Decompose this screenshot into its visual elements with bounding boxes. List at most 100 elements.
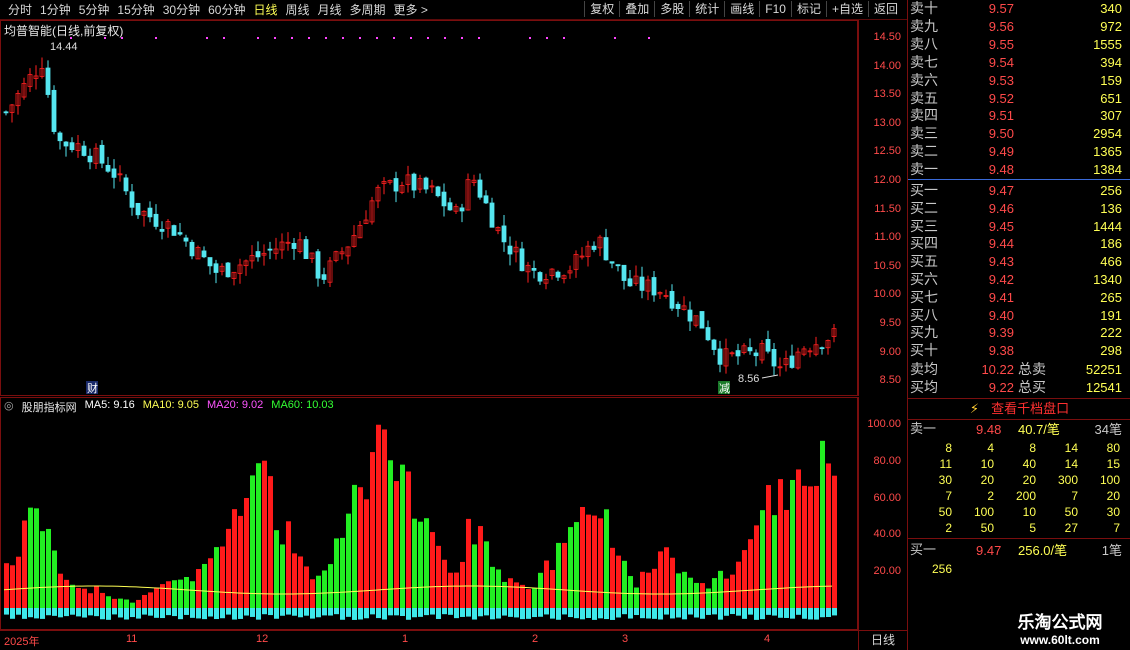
indicator-base-bar bbox=[184, 608, 189, 615]
bid-row-3[interactable]: 买三 9.45 1444 bbox=[908, 218, 1126, 236]
bid-row-4[interactable]: 买四 9.44 186 bbox=[908, 235, 1126, 253]
ma60-value: MA60: 10.03 bbox=[271, 399, 334, 411]
view-depth-button[interactable]: ⚡ 查看千档盘口 bbox=[908, 399, 1130, 419]
candle bbox=[627, 278, 633, 287]
indicator-base-bar bbox=[442, 608, 447, 615]
indicator-base-bar bbox=[418, 608, 423, 617]
indicator-bar bbox=[526, 589, 531, 610]
queue-cell: 256 bbox=[931, 562, 952, 576]
bid-row-2[interactable]: 买二 9.46 136 bbox=[908, 200, 1126, 218]
bid-row-5[interactable]: 买五 9.43 466 bbox=[908, 253, 1126, 271]
indicator-base-bar bbox=[490, 608, 495, 620]
bid-row-6[interactable]: 买六 9.42 1340 bbox=[908, 271, 1126, 289]
total-buy-value: 12541 bbox=[1085, 380, 1122, 395]
signal-dot bbox=[546, 37, 548, 39]
indicator-bar bbox=[370, 452, 375, 610]
bid-row-1[interactable]: 买一 9.47 256 bbox=[908, 182, 1126, 200]
indicator-base-bar bbox=[568, 608, 573, 618]
indicator-bar bbox=[724, 578, 729, 610]
level-volume: 1444 bbox=[1093, 218, 1122, 234]
indicator-base-bar bbox=[364, 608, 369, 619]
indicator-base-bar bbox=[682, 608, 687, 620]
candle bbox=[267, 248, 273, 251]
price-tick: 13.50 bbox=[873, 88, 901, 101]
level-volume: 186 bbox=[1100, 236, 1122, 252]
indicator-base-bar bbox=[202, 608, 207, 620]
bid-row-7[interactable]: 买七 9.41 265 bbox=[908, 289, 1126, 307]
candle bbox=[537, 272, 543, 282]
ask-row-1[interactable]: 卖十 9.57 340 bbox=[908, 0, 1126, 18]
indicator-name[interactable]: 股朋指标网 bbox=[22, 399, 77, 415]
ask-row-9[interactable]: 卖二 9.49 1365 bbox=[908, 143, 1126, 161]
indicator-settings-icon[interactable]: ◎ bbox=[4, 399, 14, 415]
stock-title[interactable]: 均普智能(日线,前复权) bbox=[4, 22, 123, 39]
candle bbox=[63, 141, 69, 147]
indicator-bar bbox=[256, 463, 261, 610]
ma20-value: MA20: 9.02 bbox=[207, 399, 264, 411]
indicator-base-bar bbox=[730, 608, 735, 615]
buy-queue-avg: 256.0/笔 bbox=[1018, 543, 1068, 558]
level-label: 买五 bbox=[910, 254, 938, 271]
ask-row-6[interactable]: 卖五 9.52 651 bbox=[908, 90, 1126, 108]
ask-row-4[interactable]: 卖七 9.54 394 bbox=[908, 54, 1126, 72]
level-price: 9.55 bbox=[988, 36, 1014, 52]
ask-row-5[interactable]: 卖六 9.53 159 bbox=[908, 72, 1126, 90]
indicator-bar bbox=[604, 509, 609, 610]
level-volume: 651 bbox=[1100, 90, 1122, 106]
queue-cell: 11 bbox=[939, 457, 952, 471]
indicator-bar bbox=[520, 584, 525, 610]
indicator-bar bbox=[238, 515, 243, 610]
signal-dot bbox=[614, 37, 616, 39]
signal-dot bbox=[291, 37, 293, 39]
ask-row-7[interactable]: 卖四 9.51 307 bbox=[908, 107, 1126, 125]
indicator-bar bbox=[496, 569, 501, 610]
indicator-bar bbox=[538, 572, 543, 610]
indicator-base-bar bbox=[310, 608, 315, 619]
indicator-base-bar bbox=[640, 608, 645, 619]
indicator-base-bar bbox=[592, 608, 597, 620]
indicator-base-bar bbox=[208, 608, 213, 617]
indicator-bar bbox=[262, 460, 267, 610]
candle bbox=[201, 250, 207, 258]
indicator-bar bbox=[634, 587, 639, 610]
indicator-base-bar bbox=[220, 608, 225, 619]
ask-row-2[interactable]: 卖九 9.56 972 bbox=[908, 18, 1126, 36]
ask-row-3[interactable]: 卖八 9.55 1555 bbox=[908, 36, 1126, 54]
sell-queue-label: 卖一 bbox=[910, 422, 937, 437]
indicator-bar bbox=[94, 585, 99, 610]
candle bbox=[213, 263, 219, 273]
bid-ask-divider bbox=[908, 179, 1130, 180]
candle bbox=[651, 277, 657, 296]
level-price: 9.49 bbox=[988, 144, 1014, 160]
indicator-bar bbox=[682, 571, 687, 610]
indicator-bar bbox=[334, 538, 339, 610]
bid-row-8[interactable]: 买八 9.40 191 bbox=[908, 307, 1126, 325]
bid-row-9[interactable]: 买九 9.39 222 bbox=[908, 324, 1126, 342]
period-label[interactable]: 日线 bbox=[858, 630, 907, 650]
chart-canvas[interactable]: 14.44 8.56 财 减 bbox=[0, 0, 858, 630]
indicator-base-bar bbox=[784, 608, 789, 618]
bid-row-10[interactable]: 买十 9.38 298 bbox=[908, 342, 1126, 360]
indicator-base-bar bbox=[280, 608, 285, 616]
avg-buy-label: 买均 bbox=[910, 380, 938, 396]
indicator-bar bbox=[646, 572, 651, 610]
indicator-bar bbox=[478, 526, 483, 610]
indicator-bar bbox=[574, 522, 579, 610]
indicator-axis: 100.00 80.00 60.00 40.00 20.00 bbox=[858, 397, 907, 630]
queue-cell: 27 bbox=[1064, 521, 1078, 535]
tool-button-8[interactable]: 返回 bbox=[867, 1, 903, 17]
candle bbox=[291, 242, 297, 249]
indicator-tick: 80.00 bbox=[873, 454, 901, 467]
indicator-base-bar bbox=[94, 608, 99, 617]
ask-row-8[interactable]: 卖三 9.50 2954 bbox=[908, 125, 1126, 143]
queue-cell: 7 bbox=[1113, 521, 1120, 535]
level-volume: 136 bbox=[1100, 200, 1122, 216]
level-price: 9.39 bbox=[988, 325, 1014, 341]
indicator-base-bar bbox=[88, 608, 93, 616]
candle bbox=[747, 347, 753, 352]
candle bbox=[321, 274, 327, 280]
ask-row-10[interactable]: 卖一 9.48 1384 bbox=[908, 161, 1126, 179]
indicator-base-bar bbox=[64, 608, 69, 617]
indicator-bar bbox=[784, 509, 789, 610]
queue-cell: 8 bbox=[945, 441, 952, 455]
